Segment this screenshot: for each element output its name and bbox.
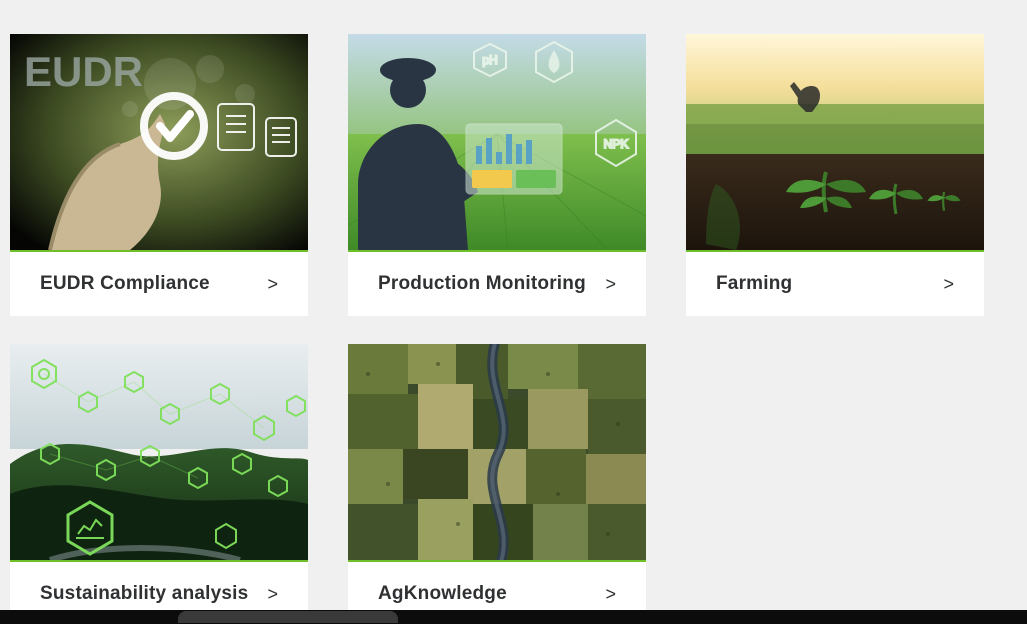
- card-thumbnail: [348, 344, 646, 562]
- card-title: Sustainability analysis: [40, 583, 248, 605]
- svg-text:pH: pH: [482, 53, 497, 67]
- card-title: Farming: [716, 273, 792, 295]
- card-production-monitoring[interactable]: pH NPK Production Monitoring: [348, 34, 646, 316]
- card-label-bar: Production Monitoring >: [348, 252, 646, 316]
- thumbnail-illustration: pH NPK: [348, 34, 646, 250]
- card-title: AgKnowledge: [378, 583, 507, 605]
- card-thumbnail: EUDR: [10, 34, 308, 252]
- card-title: Production Monitoring: [378, 273, 586, 295]
- card-label-bar: EUDR Compliance >: [10, 252, 308, 316]
- thumbnail-illustration: EUDR: [10, 34, 308, 250]
- card-title: EUDR Compliance: [40, 273, 210, 295]
- card-eudr-compliance[interactable]: EUDR: [10, 34, 308, 316]
- card-thumbnail: [10, 344, 308, 562]
- chevron-right-icon: >: [605, 274, 616, 295]
- card-thumbnail: pH NPK: [348, 34, 646, 252]
- card-label-bar: Farming >: [686, 252, 984, 316]
- chevron-right-icon: >: [605, 584, 616, 605]
- card-agknowledge[interactable]: AgKnowledge >: [348, 344, 646, 624]
- eudr-overlay-text: EUDR: [24, 48, 143, 95]
- taskbar-pill: [178, 611, 398, 623]
- thumbnail-illustration: [686, 34, 984, 250]
- card-sustainability-analysis[interactable]: Sustainability analysis >: [10, 344, 308, 624]
- card-grid: EUDR: [10, 34, 1017, 624]
- svg-text:NPK: NPK: [604, 137, 629, 151]
- thumbnail-illustration: [10, 344, 308, 560]
- chevron-right-icon: >: [267, 274, 278, 295]
- card-farming[interactable]: Farming >: [686, 34, 984, 316]
- thumbnail-illustration: [348, 344, 646, 560]
- taskbar-edge: [0, 610, 1027, 624]
- card-thumbnail: [686, 34, 984, 252]
- chevron-right-icon: >: [267, 584, 278, 605]
- tablet-illustration: [466, 124, 562, 194]
- chevron-right-icon: >: [943, 274, 954, 295]
